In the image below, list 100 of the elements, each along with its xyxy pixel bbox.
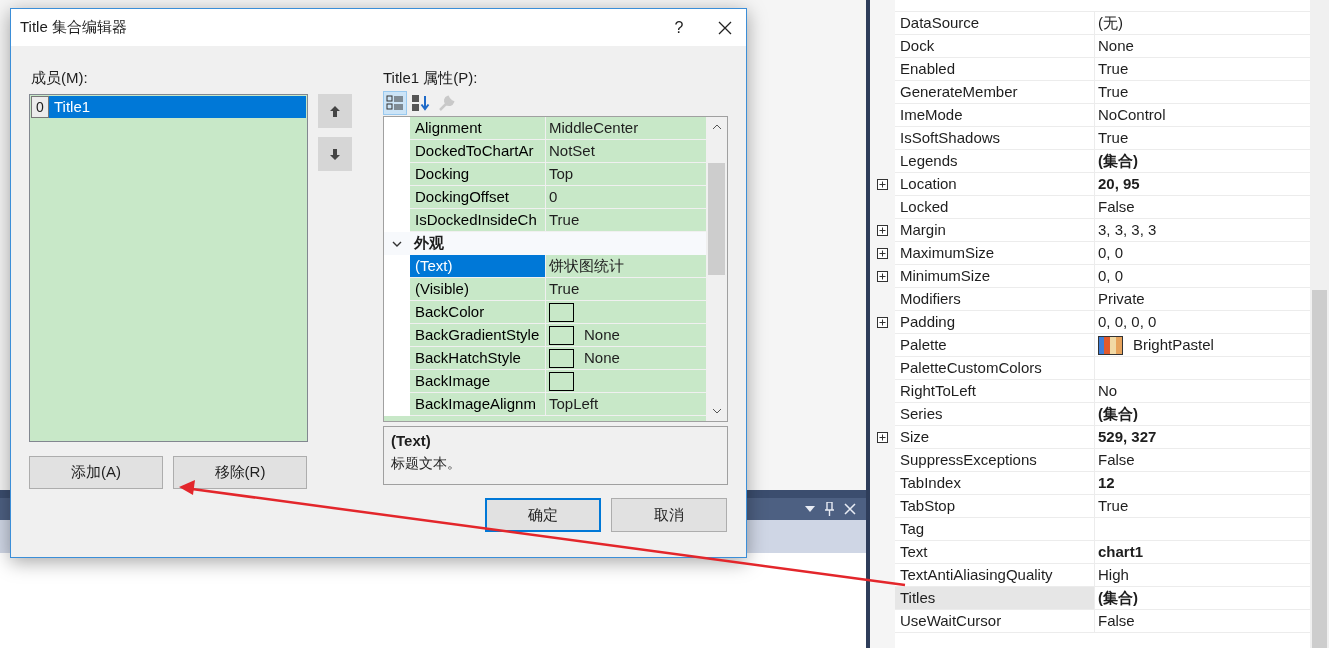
property-value[interactable]: High bbox=[1098, 563, 1129, 587]
property-value[interactable]: None bbox=[584, 323, 620, 347]
value-cell[interactable]: (无) bbox=[1095, 12, 1310, 35]
scrollbar-thumb[interactable] bbox=[1312, 290, 1327, 648]
property-name[interactable]: RightToLeft bbox=[895, 380, 1095, 403]
property-name[interactable]: DockedToChartAr bbox=[410, 140, 546, 163]
property-name[interactable]: Alignment bbox=[410, 117, 546, 140]
property-name[interactable]: ImeMode bbox=[895, 104, 1095, 127]
property-value[interactable]: 0 bbox=[549, 185, 558, 209]
value-cell[interactable]: False bbox=[1095, 196, 1310, 219]
property-value[interactable]: (集合) bbox=[1098, 402, 1138, 426]
value-cell[interactable]: 0, 0 bbox=[1095, 265, 1310, 288]
pin-icon[interactable] bbox=[825, 502, 834, 516]
property-name[interactable]: TabStop bbox=[895, 495, 1095, 518]
cancel-button[interactable]: 取消 bbox=[611, 498, 727, 532]
property-value[interactable]: None bbox=[584, 346, 620, 370]
property-value[interactable]: False bbox=[1098, 195, 1135, 219]
property-name[interactable]: MinimumSize bbox=[895, 265, 1095, 288]
property-value[interactable]: True bbox=[549, 277, 580, 301]
property-value[interactable]: None bbox=[1098, 34, 1134, 58]
property-name[interactable]: BackHatchStyle bbox=[410, 347, 546, 370]
move-up-button[interactable] bbox=[318, 94, 353, 128]
value-cell[interactable] bbox=[546, 301, 706, 324]
property-value[interactable]: 饼状图统计 bbox=[549, 254, 624, 278]
property-value[interactable]: True bbox=[1098, 126, 1129, 150]
property-value[interactable]: (无) bbox=[1098, 11, 1123, 35]
property-name[interactable]: PaletteCustomColors bbox=[895, 357, 1095, 380]
property-value[interactable]: True bbox=[1098, 57, 1129, 81]
value-cell[interactable]: (集合) bbox=[1095, 587, 1310, 610]
property-name[interactable]: BackImageAlignm bbox=[410, 393, 546, 416]
toolbar-button[interactable] bbox=[383, 90, 407, 115]
expand-icon[interactable] bbox=[877, 317, 888, 328]
property-name[interactable]: BackColor bbox=[410, 301, 546, 324]
property-value[interactable]: NotSet bbox=[549, 139, 595, 163]
scrollbar-thumb[interactable] bbox=[708, 163, 725, 275]
property-name[interactable]: Text bbox=[895, 541, 1095, 564]
value-cell[interactable]: 0, 0 bbox=[1095, 242, 1310, 265]
value-cell[interactable]: 0, 0, 0, 0 bbox=[1095, 311, 1310, 334]
property-value[interactable]: Private bbox=[1098, 287, 1145, 311]
property-name[interactable]: TabIndex bbox=[895, 472, 1095, 495]
property-value[interactable]: False bbox=[1098, 448, 1135, 472]
value-cell[interactable]: False bbox=[1095, 449, 1310, 472]
property-name[interactable]: UseWaitCursor bbox=[895, 610, 1095, 633]
property-value[interactable]: 0, 0, 0, 0 bbox=[1098, 310, 1157, 334]
property-name[interactable]: Palette bbox=[895, 334, 1095, 357]
value-cell[interactable]: 20, 95 bbox=[1095, 173, 1310, 196]
value-cell[interactable]: True bbox=[1095, 127, 1310, 150]
value-cell[interactable]: NoControl bbox=[1095, 104, 1310, 127]
property-name[interactable]: Titles bbox=[895, 587, 1095, 610]
property-name[interactable]: Docking bbox=[410, 163, 546, 186]
ok-button[interactable]: 确定 bbox=[485, 498, 601, 532]
property-name[interactable]: Padding bbox=[895, 311, 1095, 334]
value-cell[interactable]: False bbox=[1095, 610, 1310, 633]
property-value[interactable]: Top bbox=[549, 162, 574, 186]
property-name[interactable]: IsSoftShadows bbox=[895, 127, 1095, 150]
property-name[interactable]: Series bbox=[895, 403, 1095, 426]
property-name[interactable]: BackImage bbox=[410, 370, 546, 393]
value-cell[interactable]: 3, 3, 3, 3 bbox=[1095, 219, 1310, 242]
value-cell[interactable]: chart1 bbox=[1095, 541, 1310, 564]
property-name[interactable]: GenerateMember bbox=[895, 81, 1095, 104]
add-button[interactable]: 添加(A) bbox=[29, 456, 163, 489]
property-name[interactable]: Dock bbox=[895, 35, 1095, 58]
value-cell[interactable]: True bbox=[1095, 495, 1310, 518]
property-value[interactable]: No bbox=[1098, 379, 1118, 403]
value-cell[interactable]: 12 bbox=[1095, 472, 1310, 495]
property-value[interactable]: False bbox=[1098, 609, 1135, 633]
property-name[interactable]: Enabled bbox=[895, 58, 1095, 81]
property-name[interactable]: TextAntiAliasingQuality bbox=[895, 564, 1095, 587]
property-value[interactable]: True bbox=[1098, 494, 1129, 518]
property-value[interactable]: True bbox=[1098, 80, 1129, 104]
remove-button[interactable]: 移除(R) bbox=[173, 456, 307, 489]
property-value[interactable]: True bbox=[549, 208, 580, 232]
chevron-icon[interactable] bbox=[392, 240, 402, 247]
property-name[interactable]: Legends bbox=[895, 150, 1095, 173]
property-value[interactable]: MiddleCenter bbox=[549, 117, 639, 140]
property-value[interactable]: 3, 3, 3, 3 bbox=[1098, 218, 1157, 242]
value-cell[interactable]: 饼状图统计 bbox=[546, 255, 706, 278]
property-name[interactable]: DataSource bbox=[895, 12, 1095, 35]
property-name[interactable]: DockingOffset bbox=[410, 186, 546, 209]
value-cell[interactable]: 529, 327 bbox=[1095, 426, 1310, 449]
value-cell[interactable]: None bbox=[546, 347, 706, 370]
expand-icon[interactable] bbox=[877, 248, 888, 259]
property-name[interactable]: Locked bbox=[895, 196, 1095, 219]
value-cell[interactable]: True bbox=[1095, 58, 1310, 81]
value-cell[interactable] bbox=[546, 370, 706, 393]
property-value[interactable]: (集合) bbox=[1098, 586, 1138, 610]
property-name[interactable]: Modifiers bbox=[895, 288, 1095, 311]
property-value[interactable]: TopLeft bbox=[549, 392, 599, 416]
property-name[interactable]: Size bbox=[895, 426, 1095, 449]
scrollbar[interactable] bbox=[1310, 0, 1329, 648]
property-value[interactable]: 529, 327 bbox=[1098, 425, 1157, 449]
value-cell[interactable]: Private bbox=[1095, 288, 1310, 311]
value-cell[interactable]: High bbox=[1095, 564, 1310, 587]
property-name[interactable]: (Visible) bbox=[410, 278, 546, 301]
property-value[interactable]: 0, 0 bbox=[1098, 264, 1124, 288]
move-down-button[interactable] bbox=[318, 137, 353, 171]
value-cell[interactable]: No bbox=[1095, 380, 1310, 403]
property-name[interactable]: Tag bbox=[895, 518, 1095, 541]
expand-icon[interactable] bbox=[877, 225, 888, 236]
property-name[interactable]: BackGradientStyle bbox=[410, 324, 546, 347]
